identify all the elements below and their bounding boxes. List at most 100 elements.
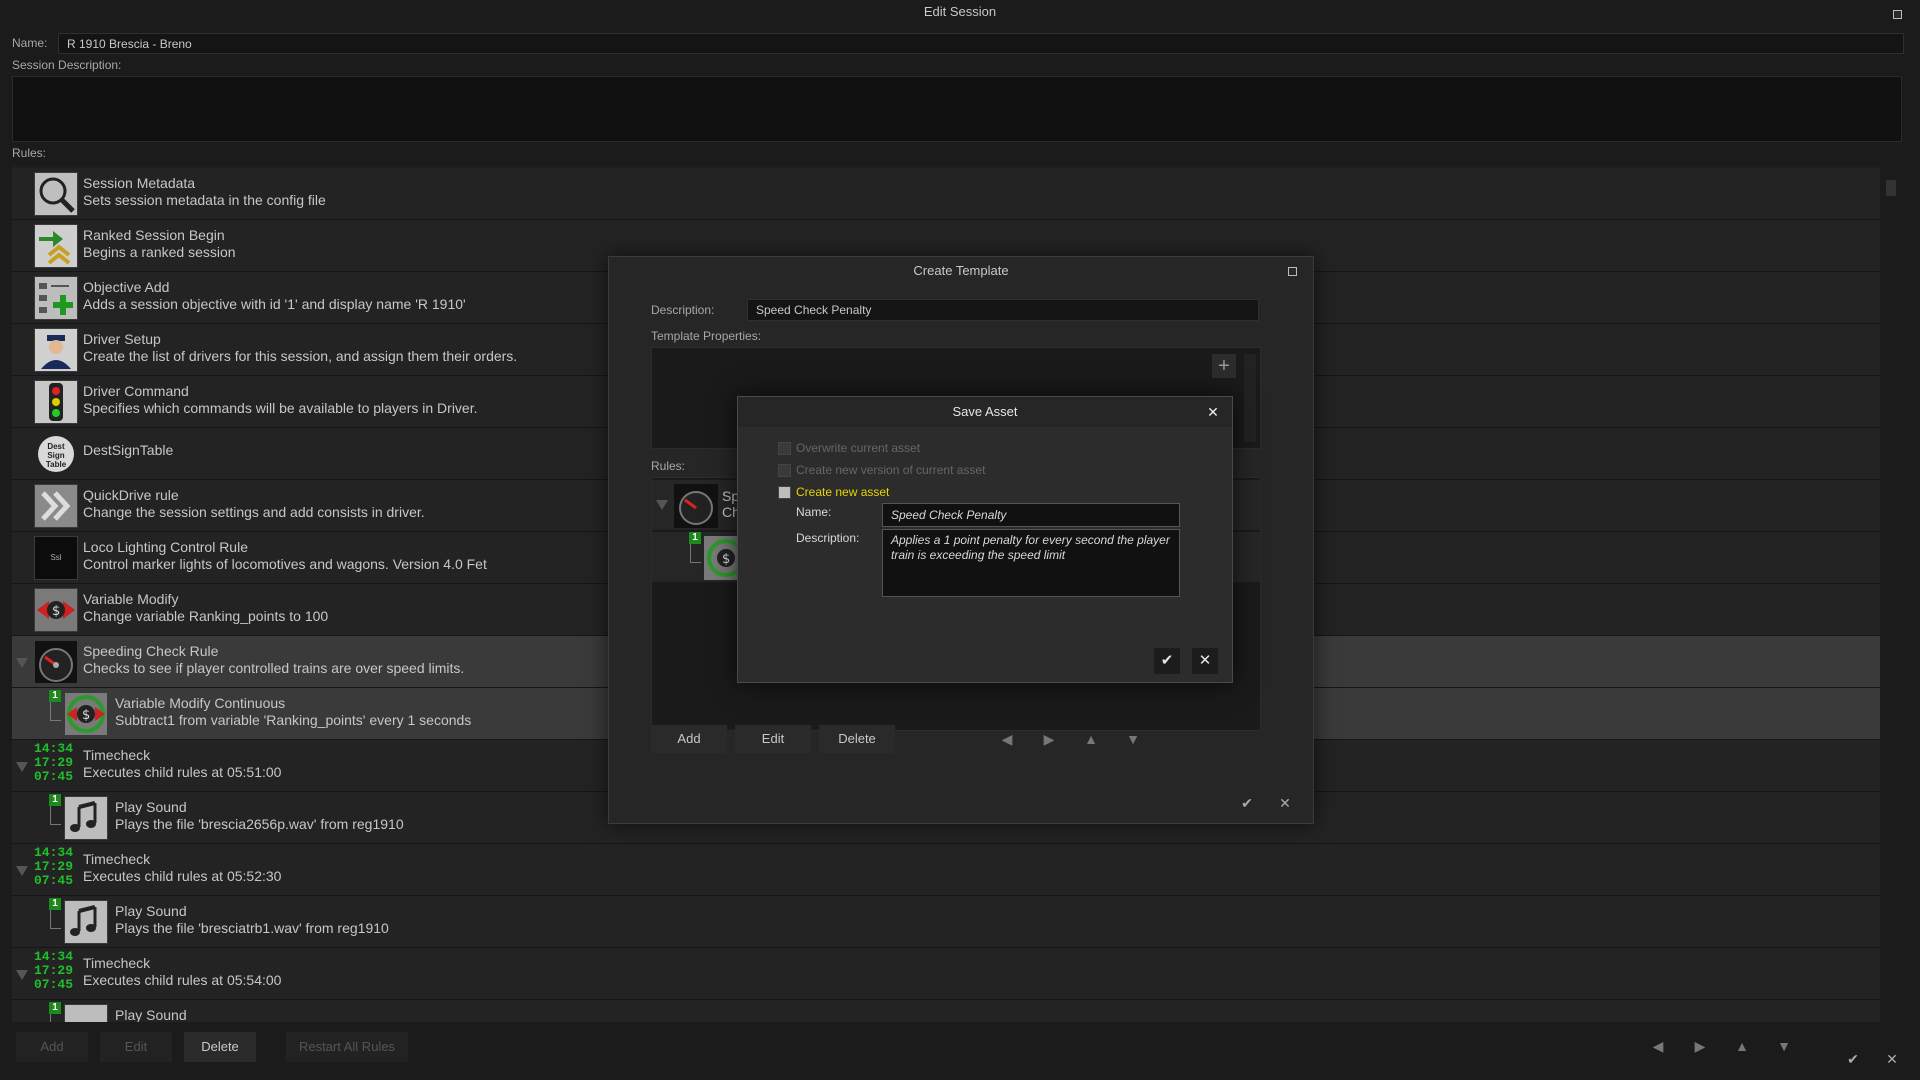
close-icon[interactable]: ✕ <box>1882 1049 1902 1069</box>
template-description-label: Description: <box>651 303 715 317</box>
variable-modify-continuous-icon: $ <box>64 692 108 736</box>
rules-scrollbar[interactable] <box>1884 166 1898 1022</box>
clock-icon: 14:34 17:29 07:45 <box>34 742 78 790</box>
delete-rule-button[interactable]: Delete <box>184 1032 256 1062</box>
asset-description-label: Description: <box>796 531 860 545</box>
child-count-badge: 1 <box>49 898 61 910</box>
template-description-input[interactable]: Speed Check Penalty <box>747 299 1259 321</box>
rule-title: QuickDrive rule <box>83 487 179 503</box>
new-version-checkbox[interactable] <box>778 464 791 477</box>
template-move-left-icon[interactable]: ◀ <box>997 729 1017 749</box>
rule-row-play-sound[interactable]: 1 Play Sound <box>12 1000 1880 1022</box>
child-count-badge: 1 <box>689 532 701 544</box>
svg-text:$: $ <box>722 552 730 567</box>
rule-subtitle: Sets session metadata in the config file <box>83 192 326 208</box>
template-move-up-icon[interactable]: ▲ <box>1081 729 1101 749</box>
overwrite-label: Overwrite current asset <box>796 441 921 455</box>
rule-row-play-sound[interactable]: 1 Play Sound Plays the file 'bresciatrb1… <box>12 896 1880 948</box>
quickdrive-icon <box>34 484 78 528</box>
save-asset-title: Save Asset <box>738 397 1232 427</box>
svg-text:$: $ <box>52 604 60 619</box>
rule-title: Timecheck <box>83 851 151 867</box>
tree-branch <box>50 700 61 721</box>
child-count-badge: 1 <box>49 1002 61 1014</box>
asset-description-input[interactable]: Applies a 1 point penalty for every seco… <box>882 529 1180 597</box>
move-left-icon[interactable]: ◀ <box>1648 1036 1668 1056</box>
rule-subtitle: Create the list of drivers for this sess… <box>83 348 518 364</box>
clock-line: 14:34 <box>34 845 74 860</box>
clock-line: 07:45 <box>34 873 74 888</box>
scrollbar-thumb[interactable] <box>1886 180 1896 196</box>
dest-sign-icon: Dest Sign Table <box>34 432 78 476</box>
template-confirm-check-icon[interactable]: ✔ <box>1237 793 1257 813</box>
collapse-triangle-icon[interactable] <box>656 500 668 510</box>
collapse-triangle-icon[interactable] <box>16 866 28 876</box>
collapse-triangle-icon[interactable] <box>16 762 28 772</box>
template-properties-label: Template Properties: <box>651 329 762 343</box>
window-maximize-button[interactable] <box>1893 10 1902 19</box>
rule-subtitle: Executes child rules at 05:54:00 <box>83 972 282 988</box>
rule-row-session-metadata[interactable]: Session Metadata Sets session metadata i… <box>12 168 1880 220</box>
template-delete-button[interactable]: Delete <box>819 725 895 753</box>
dialog-maximize-button[interactable] <box>1288 267 1297 276</box>
tree-branch <box>690 542 701 563</box>
magnifier-icon <box>34 172 78 216</box>
save-cancel-icon[interactable]: ✕ <box>1192 648 1218 674</box>
restart-all-rules-button[interactable]: Restart All Rules <box>286 1032 408 1062</box>
speedometer-icon <box>34 640 78 684</box>
move-down-icon[interactable]: ▼ <box>1774 1036 1794 1056</box>
rule-subtitle: Checks to see if player controlled train… <box>83 660 465 676</box>
rule-row-timecheck[interactable]: 14:34 17:29 07:45 Timecheck Executes chi… <box>12 844 1880 896</box>
edit-rule-button[interactable]: Edit <box>100 1032 172 1062</box>
template-cancel-icon[interactable]: ✕ <box>1275 793 1295 813</box>
rule-title: Ranked Session Begin <box>83 227 225 243</box>
template-move-down-icon[interactable]: ▼ <box>1123 729 1143 749</box>
dest-sign-icon-text: Dest Sign Table <box>38 436 74 472</box>
clock-line: 17:29 <box>34 963 74 978</box>
clock-icon: 14:34 17:29 07:45 <box>34 950 78 998</box>
collapse-triangle-icon[interactable] <box>16 970 28 980</box>
new-asset-checkbox[interactable] <box>778 486 791 499</box>
template-edit-button[interactable]: Edit <box>735 725 811 753</box>
child-count-badge: 1 <box>49 794 61 806</box>
new-version-label: Create new version of current asset <box>796 463 986 477</box>
traffic-light-icon <box>34 380 78 424</box>
rule-subtitle: Plays the file 'brescia2656p.wav' from r… <box>115 816 404 832</box>
rule-title: Session Metadata <box>83 175 196 191</box>
rule-row-timecheck[interactable]: 14:34 17:29 07:45 Timecheck Executes chi… <box>12 948 1880 1000</box>
rule-title: Speeding Check Rule <box>83 643 219 659</box>
rule-title: Timecheck <box>83 747 151 763</box>
rule-title: Variable Modify Continuous <box>115 695 286 711</box>
driver-icon <box>34 328 78 372</box>
sound-icon <box>64 900 108 944</box>
close-icon[interactable]: ✕ <box>1204 403 1222 421</box>
rule-subtitle: Begins a ranked session <box>83 244 236 260</box>
ranked-chevron-icon <box>34 224 78 268</box>
template-move-right-icon[interactable]: ▶ <box>1039 729 1059 749</box>
template-add-button[interactable]: Add <box>651 725 727 753</box>
tree-branch <box>50 908 61 929</box>
rule-title: Timecheck <box>83 955 151 971</box>
clock-line: 14:34 <box>34 741 74 756</box>
rules-label: Rules: <box>12 146 47 160</box>
properties-scrollbar[interactable] <box>1244 354 1256 442</box>
sound-icon <box>64 1004 108 1022</box>
rule-subtitle: Plays the file 'bresciatrb1.wav' from re… <box>115 920 389 936</box>
speedometer-icon <box>674 484 718 528</box>
confirm-check-icon[interactable]: ✔ <box>1843 1049 1863 1069</box>
save-confirm-check-icon[interactable]: ✔ <box>1154 648 1180 674</box>
session-description-input[interactable] <box>12 76 1902 142</box>
rule-title: Play Sound <box>115 1007 187 1022</box>
session-name-input[interactable]: R 1910 Brescia - Breno <box>58 33 1904 54</box>
add-rule-button[interactable]: Add <box>16 1032 88 1062</box>
rule-title: Objective Add <box>83 279 170 295</box>
asset-name-input[interactable]: Speed Check Penalty <box>882 503 1180 527</box>
overwrite-checkbox[interactable] <box>778 442 791 455</box>
move-up-icon[interactable]: ▲ <box>1732 1036 1752 1056</box>
rule-title: Play Sound <box>115 799 187 815</box>
name-label: Name: <box>12 36 48 50</box>
loco-lighting-icon: Ssl <box>34 536 78 580</box>
add-property-icon[interactable]: + <box>1212 354 1236 378</box>
move-right-icon[interactable]: ▶ <box>1690 1036 1710 1056</box>
collapse-triangle-icon[interactable] <box>16 658 28 668</box>
